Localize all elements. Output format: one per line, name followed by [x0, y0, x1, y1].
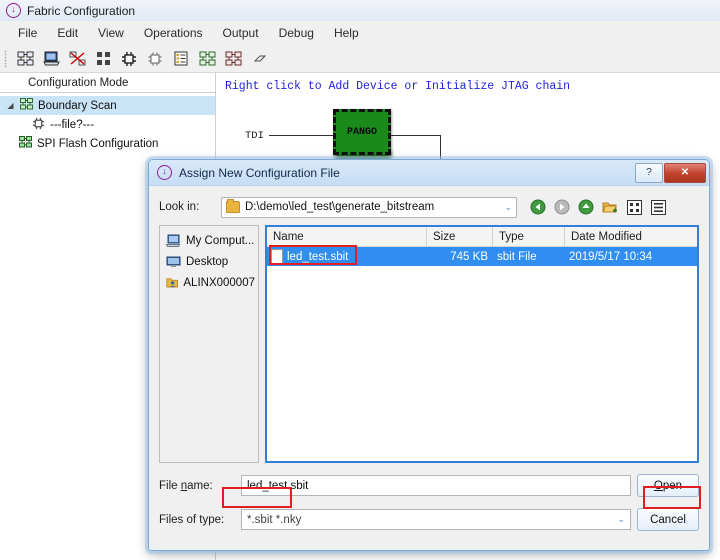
lookin-path-combo[interactable]: D:\demo\led_test\generate_bitstream ⌄: [221, 196, 517, 218]
menu-file[interactable]: File: [8, 23, 47, 43]
up-icon[interactable]: [577, 198, 595, 216]
file-name-input[interactable]: led_test.sbit: [241, 475, 631, 496]
file-date-cell: 2019/5/17 10:34: [569, 250, 653, 263]
grid-icon[interactable]: [91, 48, 115, 70]
folder-icon: [226, 199, 240, 213]
help-button[interactable]: ?: [635, 162, 663, 183]
file-list-header: Name Size Type Date Modified: [267, 227, 697, 247]
window-titlebar: ↓ Fabric Configuration: [0, 0, 720, 21]
file-icon: [271, 249, 283, 264]
files-of-type-label: Files of type:: [159, 513, 225, 526]
window-title: Fabric Configuration: [27, 3, 136, 18]
chip-outline-icon[interactable]: [143, 48, 167, 70]
assign-new-configuration-file-dialog: ↓ Assign New Configuration File ? ✕ Look…: [145, 156, 713, 554]
menu-operations[interactable]: Operations: [134, 23, 213, 43]
chevron-down-icon[interactable]: ⌄: [504, 202, 512, 213]
list-icon[interactable]: [169, 48, 193, 70]
pango-device[interactable]: PANGO: [333, 109, 391, 155]
tdi-label: TDI: [245, 130, 264, 142]
forward-icon[interactable]: [553, 198, 571, 216]
toolbar-grip[interactable]: [4, 49, 7, 68]
cancel-button[interactable]: Cancel: [637, 508, 699, 531]
tdo-wire: [391, 135, 441, 136]
lookin-label: Look in:: [159, 201, 200, 213]
lookin-row: Look in: D:\demo\led_test\generate_bitst…: [159, 195, 699, 219]
open-button[interactable]: Open: [637, 474, 699, 497]
file-name-row: File name: led_test.sbit Open: [159, 474, 699, 497]
eraser-icon[interactable]: [247, 48, 271, 70]
browser-area: My Comput... Desktop ALINX000007 Name Si…: [159, 225, 699, 463]
column-header-size[interactable]: Size: [427, 227, 493, 246]
column-header-name[interactable]: Name: [267, 227, 427, 246]
file-list-row[interactable]: led_test.sbit 745 KB sbit File 2019/5/17…: [267, 247, 697, 266]
file-name-label: File name:: [159, 479, 213, 492]
tree-item-label: SPI Flash Configuration: [37, 137, 159, 150]
download-circle-icon: ↓: [6, 3, 21, 18]
place-label: ALINX000007: [183, 276, 255, 289]
tree-item-label: ---file?---: [50, 118, 95, 131]
toolbar: [0, 45, 720, 73]
grid-view-icon[interactable]: [625, 198, 643, 216]
tree-item-label: Boundary Scan: [38, 99, 117, 112]
menubar: File Edit View Operations Output Debug H…: [0, 21, 720, 45]
file-size-cell: 745 KB: [450, 250, 488, 263]
file-name-cell[interactable]: led_test.sbit: [267, 249, 427, 264]
file-list[interactable]: Name Size Type Date Modified led_test.sb…: [265, 225, 699, 463]
dialog-title: Assign New Configuration File: [179, 165, 340, 180]
tree-item-file[interactable]: ---file?---: [0, 115, 215, 134]
new-folder-icon[interactable]: [601, 198, 619, 216]
chain-green-icon: [19, 136, 32, 151]
file-name-text: led_test.sbit: [287, 250, 349, 263]
dialog-body: Look in: D:\demo\led_test\generate_bitst…: [149, 186, 709, 531]
chain-add-icon[interactable]: [195, 48, 219, 70]
column-header-type[interactable]: Type: [493, 227, 565, 246]
chevron-down-icon[interactable]: ◢: [6, 101, 15, 110]
detail-view-icon[interactable]: [649, 198, 667, 216]
dialog-window-buttons: ? ✕: [635, 162, 709, 183]
configuration-tree: ◢ Boundary Scan ---file?--- SPI Flash Co…: [0, 93, 215, 153]
download-circle-icon: ↓: [157, 165, 172, 180]
chain-icon: [20, 98, 33, 113]
place-label: My Comput...: [186, 234, 255, 247]
lookin-path-value: D:\demo\led_test\generate_bitstream: [245, 201, 435, 213]
dialog-titlebar: ↓ Assign New Configuration File ? ✕: [149, 160, 709, 186]
tdi-wire: [269, 135, 333, 136]
menu-help[interactable]: Help: [324, 23, 369, 43]
computer-icon[interactable]: [39, 48, 63, 70]
boundary-scan-icon[interactable]: [13, 48, 37, 70]
chain-remove-icon[interactable]: [221, 48, 245, 70]
stop-scan-icon[interactable]: [65, 48, 89, 70]
files-of-type-combo[interactable]: *.sbit *.nky ⌄: [241, 509, 631, 530]
tree-item-boundary-scan[interactable]: ◢ Boundary Scan: [0, 96, 215, 115]
chip-icon: [32, 117, 45, 133]
close-button[interactable]: ✕: [664, 162, 706, 183]
file-type-cell: sbit File: [497, 250, 537, 263]
files-of-type-value: *.sbit *.nky: [247, 513, 302, 526]
chip-icon[interactable]: [117, 48, 141, 70]
menu-edit[interactable]: Edit: [47, 23, 88, 43]
place-desktop[interactable]: Desktop: [163, 251, 255, 272]
chevron-down-icon[interactable]: ⌄: [617, 514, 625, 525]
menu-debug[interactable]: Debug: [269, 23, 324, 43]
app-root: ↓ Fabric Configuration File Edit View Op…: [0, 0, 720, 560]
configuration-mode-header: Configuration Mode: [0, 73, 215, 93]
jtag-hint-text: Right click to Add Device or Initialize …: [225, 80, 571, 93]
back-icon[interactable]: [529, 198, 547, 216]
files-of-type-row: Files of type: *.sbit *.nky ⌄ Cancel: [159, 508, 699, 531]
places-sidebar: My Comput... Desktop ALINX000007: [159, 225, 259, 463]
tree-item-spi-flash-configuration[interactable]: SPI Flash Configuration: [0, 134, 215, 153]
column-header-date-modified[interactable]: Date Modified: [565, 227, 695, 246]
place-my-computer[interactable]: My Comput...: [163, 230, 255, 251]
menu-output[interactable]: Output: [213, 23, 269, 43]
place-label: Desktop: [186, 255, 229, 268]
navigation-buttons: [529, 198, 667, 216]
place-alinx-user[interactable]: ALINX000007: [163, 272, 255, 293]
menu-view[interactable]: View: [88, 23, 134, 43]
